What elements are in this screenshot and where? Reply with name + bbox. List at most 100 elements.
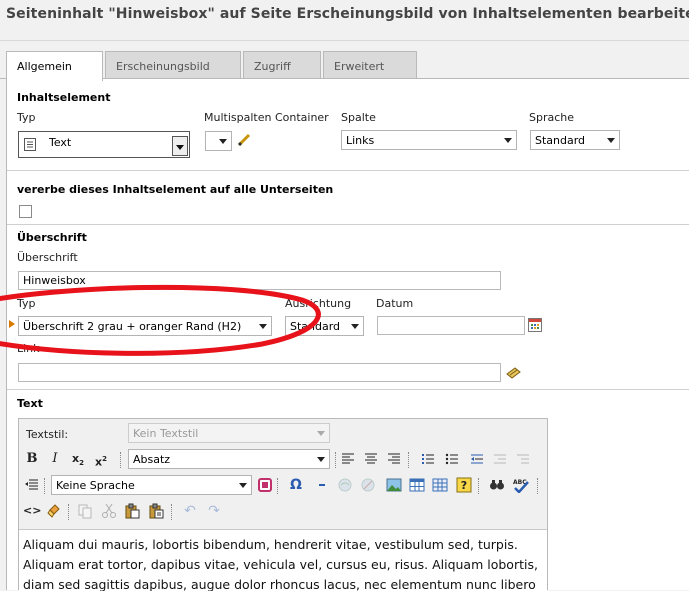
edit-pencil-icon[interactable]	[236, 132, 252, 151]
language-mark-value: Keine Sprache	[56, 479, 135, 492]
align-select[interactable]: Standard	[285, 316, 364, 336]
undo-icon[interactable]: ↶	[181, 502, 199, 520]
tab-zugriff[interactable]: Zugriff	[243, 51, 321, 79]
multicol-label: Multispalten Container	[204, 111, 329, 124]
column-select[interactable]: Links	[341, 130, 517, 150]
paste-icon[interactable]	[124, 502, 142, 520]
heading-type-select[interactable]: Überschrift 2 grau + oranger Rand (H2)	[18, 316, 272, 336]
subscript-button[interactable]: x2	[69, 450, 87, 468]
section-title-text: Text	[17, 397, 43, 410]
copy-icon[interactable]	[76, 502, 94, 520]
section-divider	[7, 170, 689, 171]
chevron-down-icon	[239, 483, 247, 488]
textstyle-select[interactable]: Kein Textstil	[128, 423, 330, 443]
inherit-checkbox[interactable]	[19, 205, 32, 218]
language-select[interactable]: Standard	[530, 130, 620, 150]
rte-content-area[interactable]: Aliquam dui mauris, lobortis bibendum, h…	[19, 529, 547, 591]
align-right-icon[interactable]	[385, 450, 403, 468]
insert-table-icon[interactable]	[408, 476, 426, 494]
rich-text-editor: Textstil: Kein Textstil B I x2 x2 Absatz	[18, 418, 548, 591]
chevron-down-icon	[259, 324, 267, 329]
chevron-down-icon	[504, 138, 512, 143]
superscript-button[interactable]: x2	[92, 450, 110, 469]
align-left-icon[interactable]	[339, 450, 357, 468]
indent-icon[interactable]	[491, 450, 509, 468]
link-label: Link	[17, 342, 40, 355]
toolbar-divider	[44, 478, 45, 494]
toolbar-divider	[408, 452, 409, 468]
clean-format-icon[interactable]	[46, 502, 64, 520]
remove-link-icon[interactable]	[360, 476, 378, 494]
bold-button[interactable]: B	[23, 450, 41, 468]
section-divider	[7, 224, 689, 225]
tab-erscheinungsbild[interactable]: Erscheinungsbild	[105, 51, 241, 79]
show-language-marks-icon[interactable]	[256, 476, 274, 494]
type-select-arrow[interactable]	[172, 136, 188, 156]
block-format-select[interactable]: Absatz	[128, 449, 330, 469]
type-select-value: Text	[49, 136, 72, 149]
rte-paragraph-line: diam sed sagittis dapibus, augue dolor r…	[23, 577, 536, 591]
language-mark-select[interactable]: Keine Sprache	[51, 475, 252, 495]
italic-button[interactable]: I	[46, 450, 64, 468]
svg-text:?: ?	[461, 479, 467, 492]
type-label: Typ	[17, 111, 36, 124]
link-input[interactable]	[18, 363, 501, 382]
textstyle-label: Textstil:	[26, 428, 69, 441]
language-label: Sprache	[529, 111, 575, 124]
redo-icon[interactable]: ↷	[205, 502, 223, 520]
align-center-icon[interactable]	[362, 450, 380, 468]
outdent-icon[interactable]	[468, 450, 486, 468]
arrow-right-icon	[9, 320, 15, 328]
toolbar-divider	[478, 478, 479, 494]
special-char-icon[interactable]: Ω	[287, 476, 305, 494]
textstyle-select-value: Kein Textstil	[133, 427, 199, 440]
html-source-icon[interactable]: <>	[23, 502, 41, 520]
tab-label: Erscheinungsbild	[116, 60, 210, 73]
tab-allgemein[interactable]: Allgemein	[6, 51, 103, 81]
help-icon[interactable]: ?	[455, 476, 473, 494]
chevron-down-icon	[317, 457, 325, 462]
toolbar-divider	[537, 478, 538, 494]
text-element-icon	[24, 138, 36, 151]
text-direction-icon[interactable]	[23, 476, 41, 494]
chevron-down-icon	[351, 324, 359, 329]
chevron-down-icon	[317, 431, 325, 436]
column-select-value: Links	[346, 134, 375, 147]
heading-type-select-value: Überschrift 2 grau + oranger Rand (H2)	[23, 320, 242, 333]
paste-plain-icon[interactable]	[148, 502, 166, 520]
calendar-icon[interactable]	[528, 318, 542, 335]
heading-input[interactable]: Hinweisbox	[18, 271, 501, 290]
spellcheck-icon[interactable]: ABC	[512, 476, 530, 494]
insert-link-icon[interactable]	[337, 476, 355, 494]
date-input[interactable]	[377, 316, 525, 335]
chevron-down-icon	[176, 145, 184, 150]
align-label: Ausrichtung	[285, 297, 352, 310]
rte-paragraph-line: Aliquam dui mauris, lobortis bibendum, h…	[23, 537, 518, 552]
blockquote-icon[interactable]	[514, 450, 532, 468]
unordered-list-icon[interactable]	[443, 450, 461, 468]
section-divider	[7, 389, 689, 390]
toolbar-divider	[68, 504, 69, 520]
tab-erweitert[interactable]: Erweitert	[323, 51, 417, 79]
chevron-down-icon	[607, 138, 615, 143]
toolbar-divider	[120, 452, 121, 468]
heading-type-label: Typ	[17, 297, 36, 310]
page-title: Seiteninhalt "Hinweisbox" auf Seite Ersc…	[6, 6, 689, 22]
align-select-value: Standard	[290, 320, 341, 333]
table-properties-icon[interactable]	[431, 476, 449, 494]
language-select-value: Standard	[535, 134, 586, 147]
header-divider	[0, 40, 689, 41]
heading-input-value: Hinweisbox	[23, 274, 86, 287]
cut-icon[interactable]	[100, 502, 118, 520]
ordered-list-icon[interactable]	[419, 450, 437, 468]
date-label: Datum	[376, 297, 414, 310]
find-replace-icon[interactable]	[488, 476, 506, 494]
tab-label: Erweitert	[334, 60, 385, 73]
horizontal-rule-icon[interactable]	[313, 476, 331, 494]
type-select[interactable]: Text	[18, 131, 190, 158]
tab-label: Zugriff	[254, 60, 291, 73]
toolbar-divider	[335, 452, 336, 468]
multicol-select[interactable]	[205, 131, 232, 151]
link-wizard-icon[interactable]	[506, 365, 522, 382]
insert-image-icon[interactable]	[385, 476, 403, 494]
